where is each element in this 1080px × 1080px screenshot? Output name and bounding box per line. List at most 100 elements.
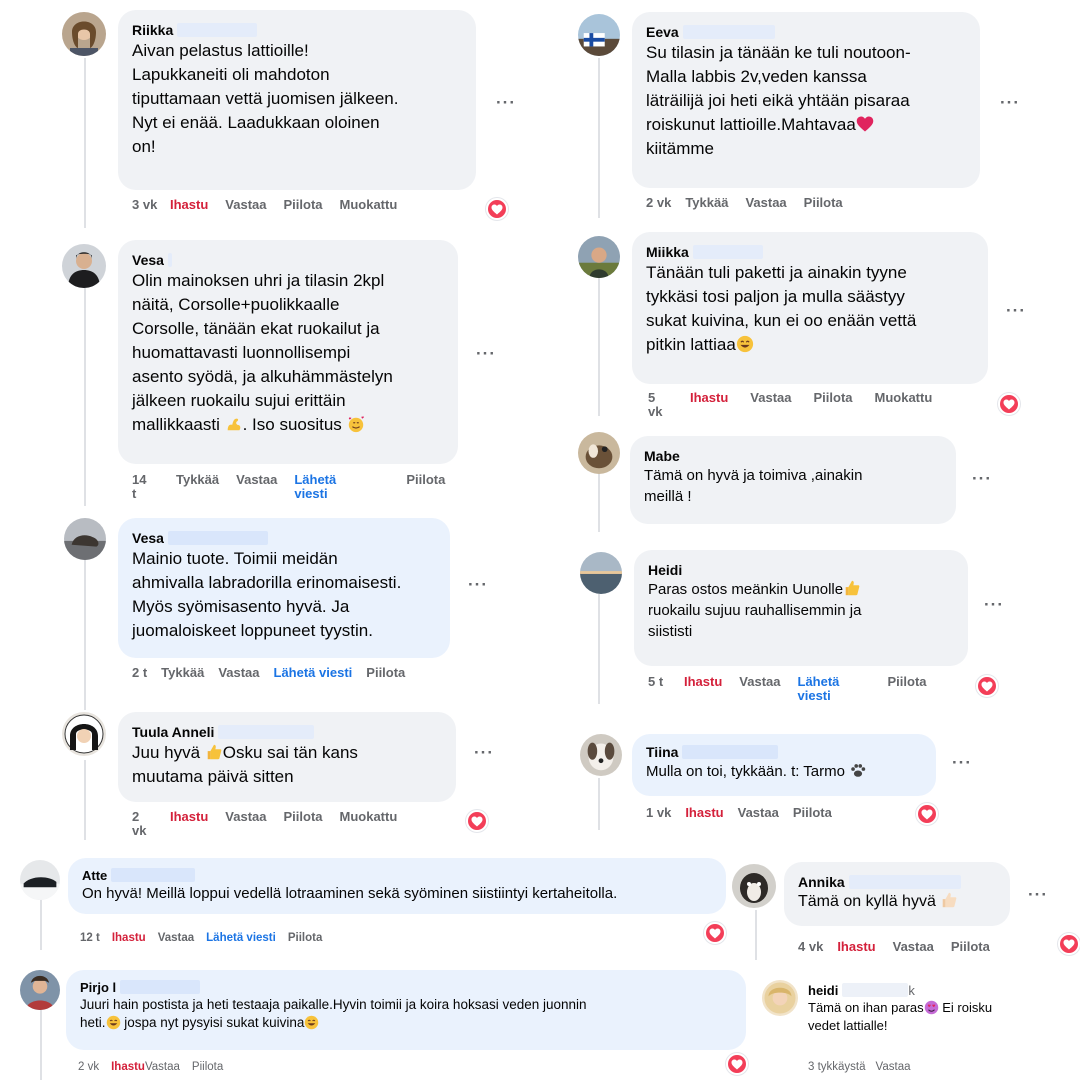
- more-options-icon[interactable]: ···: [474, 744, 494, 761]
- reply-button[interactable]: Vastaa: [225, 810, 266, 824]
- avatar[interactable]: [578, 236, 620, 278]
- reaction-ihastu-button[interactable]: Ihastu: [684, 675, 722, 689]
- reply-button[interactable]: Vastaa: [750, 391, 791, 405]
- reaction-ihastu-button[interactable]: Ihastu: [170, 198, 208, 212]
- hide-button[interactable]: Piilota: [284, 810, 323, 824]
- likes-count[interactable]: 3 tykkäystä: [808, 1060, 866, 1074]
- commenter-name[interactable]: Annika: [798, 874, 996, 891]
- timestamp[interactable]: 5 vk: [648, 391, 672, 419]
- like-button[interactable]: Tykkää: [161, 666, 204, 680]
- commenter-name[interactable]: Eeva: [646, 24, 966, 41]
- heart-reaction-icon[interactable]: [976, 675, 998, 697]
- avatar[interactable]: [64, 518, 106, 560]
- send-message-link[interactable]: Lähetä viesti: [274, 666, 353, 680]
- avatar[interactable]: [62, 712, 106, 756]
- edited-label[interactable]: Muokattu: [340, 810, 398, 824]
- avatar[interactable]: [62, 12, 106, 56]
- more-options-icon[interactable]: ···: [1028, 886, 1048, 903]
- hide-button[interactable]: Piilota: [793, 806, 832, 820]
- reply-button[interactable]: Vastaa: [145, 1060, 180, 1074]
- more-options-icon[interactable]: ···: [1000, 94, 1020, 111]
- hide-button[interactable]: Piilota: [192, 1060, 223, 1074]
- timestamp[interactable]: 3 vk: [132, 198, 160, 212]
- more-options-icon[interactable]: ···: [972, 470, 992, 487]
- heart-reaction-icon[interactable]: [704, 922, 726, 944]
- timestamp[interactable]: 2 t: [132, 666, 147, 680]
- commenter-name[interactable]: Mabe: [644, 448, 942, 465]
- like-button[interactable]: Tykkää: [176, 473, 219, 487]
- edited-label[interactable]: Muokattu: [875, 391, 933, 405]
- timestamp[interactable]: 5 t: [648, 675, 666, 689]
- avatar[interactable]: [20, 970, 60, 1010]
- reaction-ihastu-button[interactable]: Ihastu: [685, 806, 723, 820]
- avatar[interactable]: [580, 552, 622, 594]
- reply-button[interactable]: Vastaa: [236, 473, 277, 487]
- comment-text: jälkeen ruokailu sujui erittäin: [132, 391, 346, 410]
- commenter-name[interactable]: Heidi: [648, 562, 954, 579]
- reply-button[interactable]: Vastaa: [218, 666, 259, 680]
- more-options-icon[interactable]: ···: [984, 596, 1004, 613]
- reply-button[interactable]: Vastaa: [876, 1060, 911, 1074]
- like-button[interactable]: Tykkää: [685, 196, 728, 210]
- send-message-link[interactable]: Lähetä viesti: [294, 473, 354, 501]
- reply-button[interactable]: Vastaa: [893, 940, 934, 954]
- hide-button[interactable]: Piilota: [406, 473, 445, 487]
- commenter-name[interactable]: Riikka: [132, 22, 462, 39]
- reaction-ihastu-button[interactable]: Ihastu: [837, 940, 875, 954]
- thread-line: [598, 472, 600, 532]
- commenter-name[interactable]: Miikka: [646, 244, 974, 261]
- heart-reaction-icon[interactable]: [726, 1053, 748, 1075]
- hide-button[interactable]: Piilota: [366, 666, 405, 680]
- reaction-ihastu-button[interactable]: Ihastu: [170, 810, 208, 824]
- more-options-icon[interactable]: ···: [476, 345, 496, 362]
- more-options-icon[interactable]: ···: [468, 576, 488, 593]
- heart-reaction-icon[interactable]: [486, 198, 508, 220]
- avatar[interactable]: [580, 734, 622, 776]
- more-options-icon[interactable]: ···: [1006, 302, 1026, 319]
- edited-label[interactable]: Muokattu: [340, 198, 398, 212]
- reply-button[interactable]: Vastaa: [739, 675, 780, 689]
- avatar[interactable]: [578, 432, 620, 474]
- avatar[interactable]: [732, 864, 776, 908]
- avatar[interactable]: [578, 14, 620, 56]
- heart-reaction-icon[interactable]: [916, 803, 938, 825]
- heart-reaction-icon[interactable]: [466, 810, 488, 832]
- timestamp[interactable]: 2 vk: [78, 1060, 99, 1074]
- heart-reaction-icon[interactable]: [1058, 933, 1080, 955]
- hide-button[interactable]: Piilota: [951, 940, 990, 954]
- more-options-icon[interactable]: ···: [952, 754, 972, 771]
- red-heart-emoji: [856, 115, 874, 133]
- reply-button[interactable]: Vastaa: [225, 198, 266, 212]
- reply-button[interactable]: Vastaa: [745, 196, 786, 210]
- commenter-name[interactable]: Tuula Anneli: [132, 724, 442, 741]
- commenter-name[interactable]: Vesa: [132, 252, 444, 269]
- send-message-link[interactable]: Lähetä viesti: [206, 931, 276, 945]
- reply-button[interactable]: Vastaa: [158, 931, 194, 945]
- hide-button[interactable]: Piilota: [288, 931, 323, 945]
- avatar[interactable]: [762, 980, 798, 1016]
- reply-button[interactable]: Vastaa: [738, 806, 779, 820]
- commenter-name[interactable]: Atte: [82, 867, 712, 884]
- timestamp[interactable]: 2 vk: [132, 810, 156, 838]
- reaction-ihastu-button[interactable]: Ihastu: [111, 1060, 145, 1074]
- timestamp[interactable]: 2 vk: [646, 196, 671, 210]
- avatar[interactable]: [20, 860, 60, 900]
- heart-reaction-icon[interactable]: [998, 393, 1020, 415]
- commenter-name[interactable]: Tiina: [646, 744, 922, 761]
- hide-button[interactable]: Piilota: [888, 675, 927, 689]
- reaction-ihastu-button[interactable]: Ihastu: [112, 931, 146, 945]
- reaction-ihastu-button[interactable]: Ihastu: [690, 391, 728, 405]
- commenter-name[interactable]: Pirjo l: [80, 979, 732, 996]
- more-options-icon[interactable]: ···: [496, 94, 516, 111]
- avatar[interactable]: [62, 244, 106, 288]
- commenter-name[interactable]: Vesa: [132, 530, 436, 547]
- hide-button[interactable]: Piilota: [284, 198, 323, 212]
- send-message-link[interactable]: Lähetä viesti: [798, 675, 850, 703]
- timestamp[interactable]: 4 vk: [798, 940, 823, 954]
- timestamp[interactable]: 12 t: [80, 931, 100, 945]
- timestamp[interactable]: 1 vk: [646, 806, 671, 820]
- hide-button[interactable]: Piilota: [814, 391, 853, 405]
- hide-button[interactable]: Piilota: [804, 196, 843, 210]
- timestamp[interactable]: 14 t: [132, 473, 154, 501]
- commenter-name[interactable]: heidi k: [808, 982, 1058, 999]
